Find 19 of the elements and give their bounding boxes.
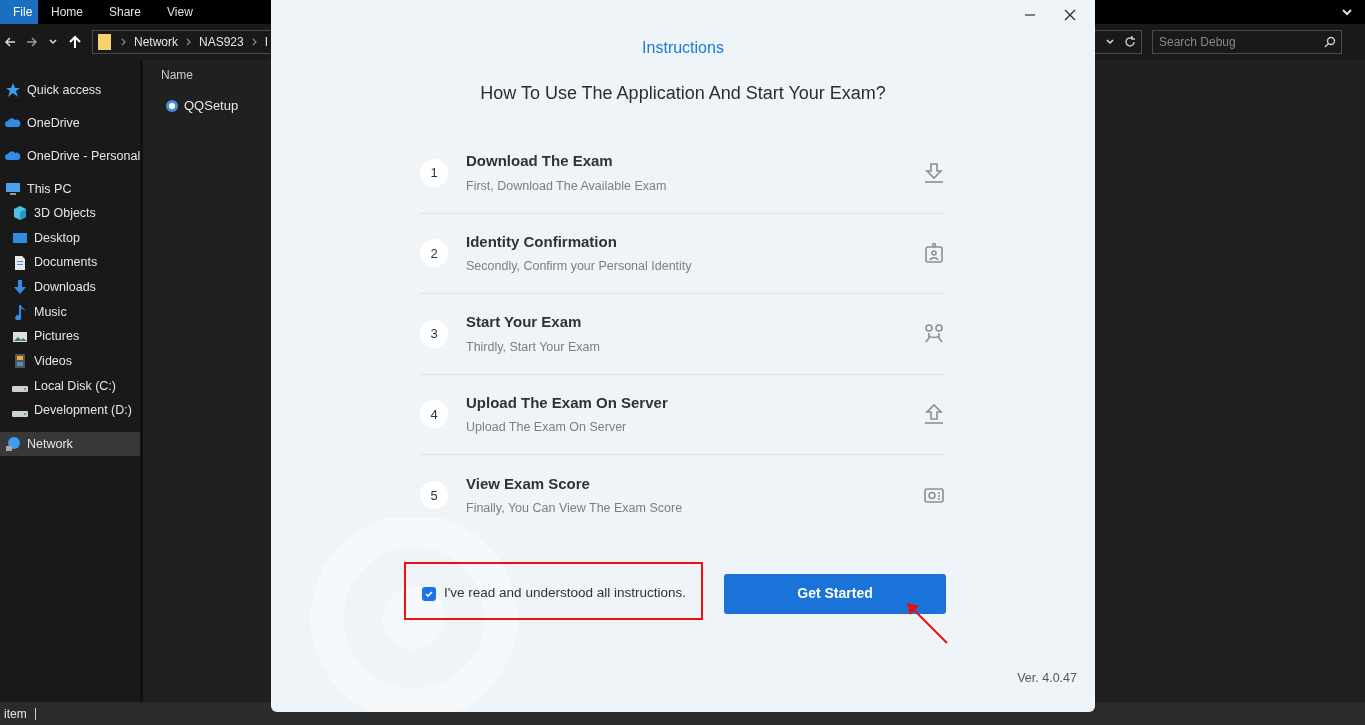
step-description: First, Download The Available Exam [466,177,668,195]
status-text: item [4,705,27,723]
step-description: Finally, You Can View The Exam Score [466,500,684,518]
step-title: Start Your Exam [466,312,583,333]
step-number: 1 [420,158,448,187]
step-description: Upload The Exam On Server [466,419,628,437]
step-description: Thirdly, Start Your Exam [466,338,601,356]
dialog-subtitle: How To Use The Application And Start Your Exam? [480,82,886,105]
step-number: 3 [420,319,448,348]
step-description: Secondly, Confirm your Personal Identity [466,258,693,276]
step-title: Identity Confirmation [466,231,618,252]
step-title: View Exam Score [466,473,591,494]
step-number: 5 [420,481,448,510]
step-title: Upload The Exam On Server [466,392,669,413]
step-number: 2 [420,239,448,268]
version-label: Ver. 4.0.47 [1017,670,1077,688]
step-number: 4 [420,400,448,429]
step-title: Download The Exam [466,151,614,172]
dialog-heading: Instructions [642,38,724,58]
